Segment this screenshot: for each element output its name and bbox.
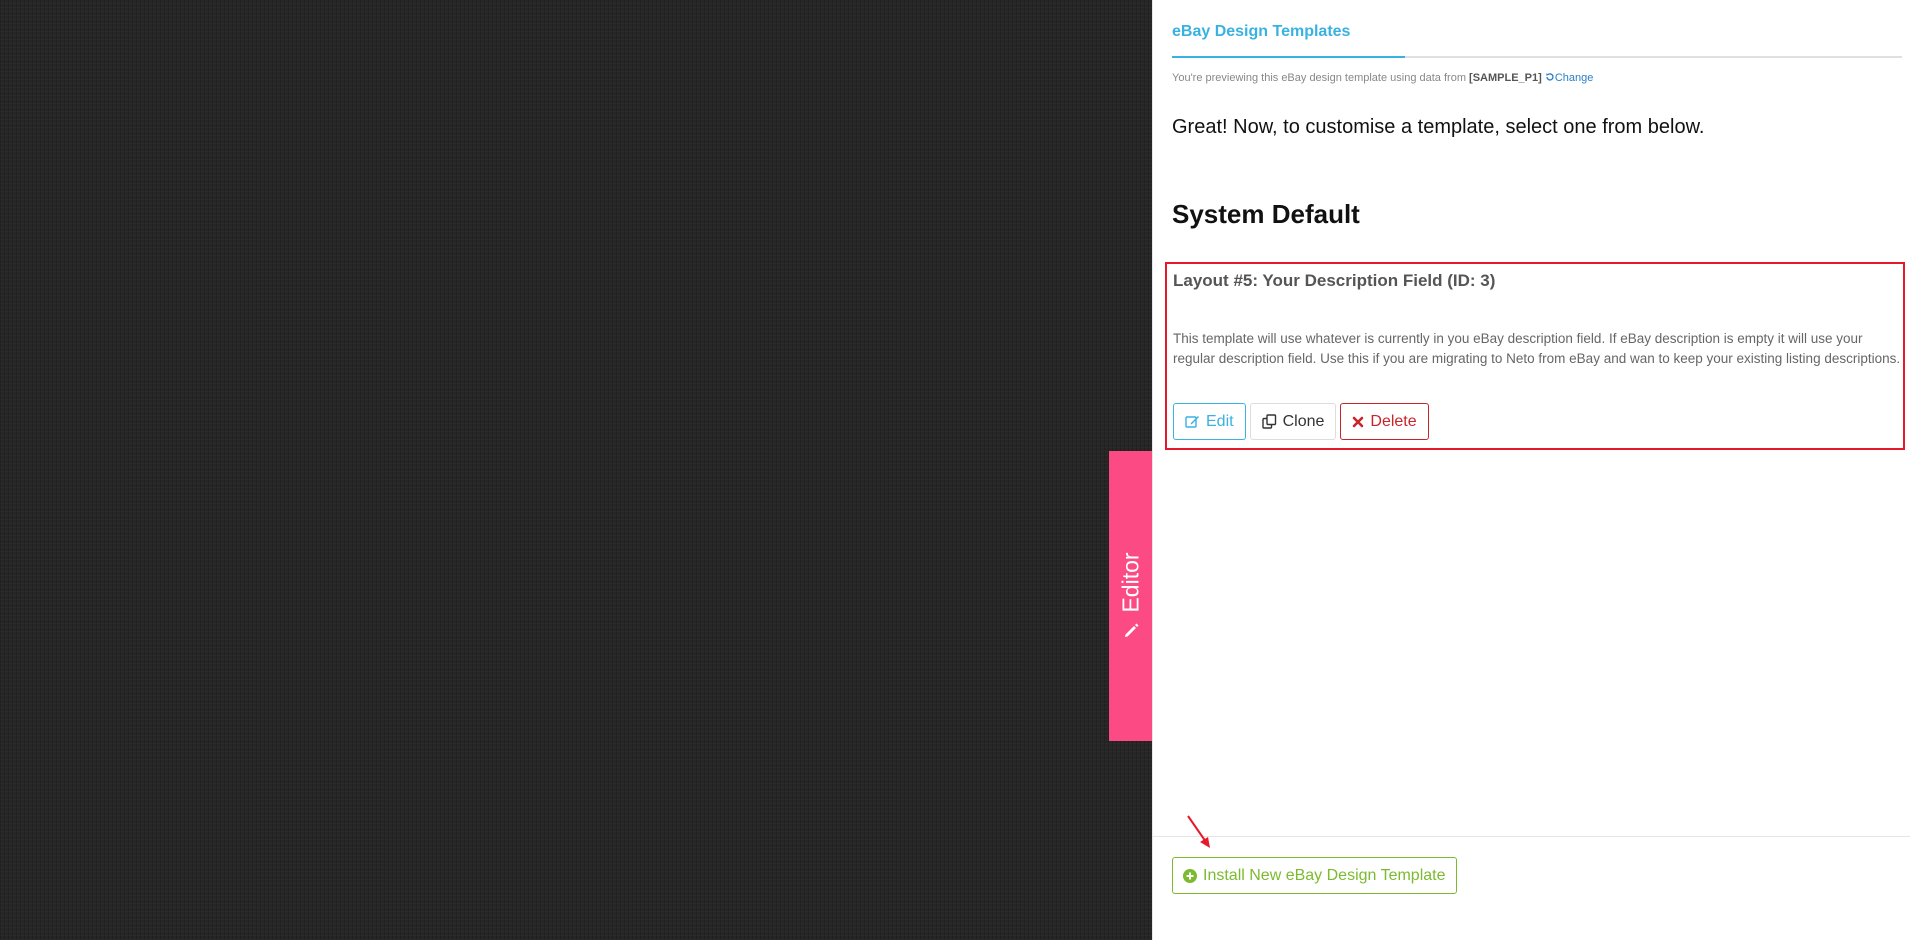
change-sample-link[interactable]: Change [1545, 72, 1594, 84]
pencil-icon [1124, 623, 1138, 638]
editor-tab-label: Editor [1117, 552, 1143, 613]
delete-button[interactable]: Delete [1340, 403, 1429, 440]
active-tab-underline [1172, 56, 1405, 58]
delete-button-label: Delete [1370, 412, 1417, 430]
clone-button-label: Clone [1282, 412, 1325, 430]
preview-note-text: You're previewing this eBay design templ… [1172, 72, 1466, 84]
panel-header: eBay Design Templates [1172, 0, 1902, 58]
change-link-label: Change [1554, 72, 1594, 84]
template-description: This template will use whatever is curre… [1173, 331, 1901, 366]
clone-icon [1261, 414, 1276, 429]
template-actions: Edit Clone Delete [1173, 403, 1429, 440]
red-arrow-annotation [1187, 815, 1210, 848]
install-template-button[interactable]: Install New eBay Design Template [1172, 857, 1457, 894]
template-card: Layout #5: Your Description Field (ID: 3… [1165, 262, 1905, 450]
edit-button-label: Edit [1206, 412, 1234, 430]
edit-button[interactable]: Edit [1173, 403, 1246, 440]
panel-footer: Install New eBay Design Template [1153, 836, 1910, 940]
intro-text: Great! Now, to customise a template, sel… [1172, 116, 1705, 138]
editor-toggle-tab[interactable]: Editor [1109, 451, 1152, 741]
install-button-label: Install New eBay Design Template [1203, 866, 1446, 884]
preview-note: You're previewing this eBay design templ… [1172, 72, 1593, 84]
template-title: Layout #5: Your Description Field (ID: 3… [1173, 271, 1496, 290]
edit-icon [1185, 416, 1199, 428]
close-icon [1353, 416, 1364, 427]
preview-canvas [0, 0, 1152, 940]
plus-circle-icon [1183, 868, 1197, 883]
section-title: System Default [1172, 199, 1360, 229]
panel-title[interactable]: eBay Design Templates [1172, 23, 1350, 41]
clone-button[interactable]: Clone [1249, 403, 1337, 440]
template-panel: eBay Design Templates You're previewing … [1152, 0, 1910, 940]
sample-id: [SAMPLE_P1] [1469, 72, 1542, 84]
refresh-icon [1546, 73, 1554, 81]
